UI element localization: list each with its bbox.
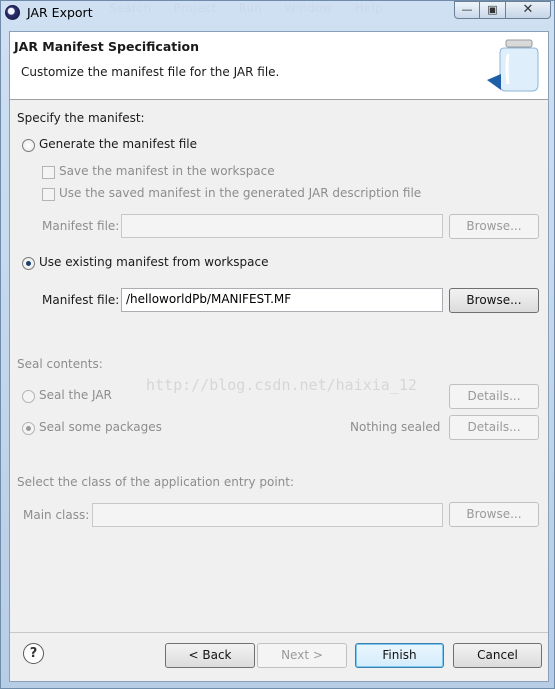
seal-packages-label: Seal some packages [39,420,162,434]
use-existing-manifest-label[interactable]: Use existing manifest from workspace [39,255,269,269]
save-manifest-checkbox[interactable] [42,166,55,179]
entry-point-label: Select the class of the application entr… [17,475,295,489]
maximize-button[interactable]: ▣ [479,1,506,19]
dialog-window: JAR Export Search Project Run Window Hel… [0,0,555,689]
seal-jar-label: Seal the JAR [39,388,112,402]
generate-manifest-radio[interactable] [22,139,35,152]
page-title: JAR Manifest Specification [14,39,200,54]
dialog-client: JAR Manifest Specification Customize the… [9,31,549,682]
generated-manifest-file-label: Manifest file: [42,219,120,233]
existing-manifest-browse-button[interactable]: Browse... [449,288,539,313]
use-saved-manifest-label: Use the saved manifest in the generated … [59,186,422,200]
save-manifest-label: Save the manifest in the workspace [59,164,275,178]
generated-manifest-browse-button[interactable]: Browse... [449,214,539,239]
wizard-banner: JAR Manifest Specification Customize the… [10,32,548,100]
jar-export-icon [487,39,539,92]
next-button[interactable]: Next > [257,643,347,668]
finish-button[interactable]: Finish [355,643,444,668]
page-description: Customize the manifest file for the JAR … [21,65,280,79]
use-existing-manifest-radio[interactable] [22,257,35,270]
seal-packages-radio[interactable] [22,422,35,435]
existing-manifest-file-input[interactable]: /helloworldPb/MANIFEST.MF [121,288,443,312]
help-icon[interactable]: ? [23,643,44,664]
nothing-sealed-status: Nothing sealed [350,420,441,434]
seal-contents-label: Seal contents: [17,357,103,371]
close-button[interactable]: ✕ [505,1,551,19]
seal-packages-details-button[interactable]: Details... [449,415,539,440]
main-class-browse-button[interactable]: Browse... [449,502,539,527]
watermark-text: http://blog.csdn.net/haixia_12 [146,376,417,394]
generated-manifest-file-input[interactable] [121,214,443,238]
specify-manifest-label: Specify the manifest: [17,111,145,125]
back-button[interactable]: < Back [165,643,255,668]
eclipse-icon [5,5,20,20]
seal-jar-details-button[interactable]: Details... [449,384,539,409]
minimize-button[interactable]: — [454,1,480,19]
background-menu-ghost: Search Project Run Window Help [109,1,384,15]
seal-jar-radio[interactable] [22,390,35,403]
footer-separator [10,632,548,633]
window-title: JAR Export [27,5,93,20]
use-saved-manifest-checkbox[interactable] [42,188,55,201]
generate-manifest-label[interactable]: Generate the manifest file [39,137,197,151]
cancel-button[interactable]: Cancel [453,643,542,668]
main-class-label: Main class: [23,508,90,522]
main-class-input[interactable] [92,503,443,527]
title-bar[interactable]: JAR Export Search Project Run Window Hel… [1,1,555,25]
existing-manifest-file-label: Manifest file: [42,293,120,307]
